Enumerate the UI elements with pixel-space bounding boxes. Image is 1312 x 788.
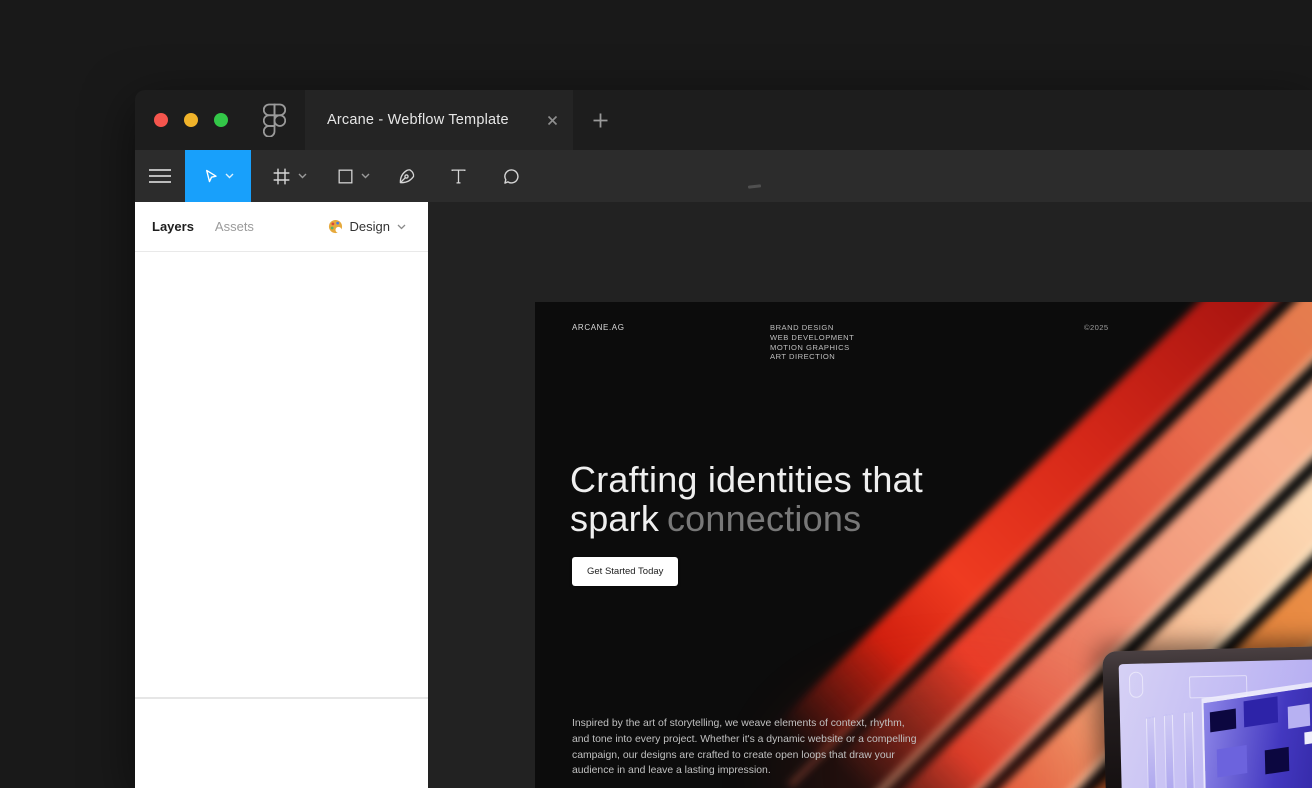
- move-cursor-icon: [202, 167, 219, 185]
- frame-grid-icon: [271, 166, 292, 187]
- site-nav[interactable]: BRAND DESIGN WEB DEVELOPMENT MOTION GRAP…: [770, 323, 854, 362]
- chevron-down-icon: [361, 173, 370, 179]
- main-menu-button[interactable]: [139, 150, 181, 202]
- nav-item[interactable]: ART DIRECTION: [770, 352, 854, 362]
- palette-icon: [328, 219, 343, 234]
- site-copyright: ©2025: [1084, 323, 1109, 332]
- laptop-mockup[interactable]: [1102, 633, 1312, 788]
- get-started-button[interactable]: Get Started Today: [572, 557, 678, 586]
- move-tool-button[interactable]: [185, 150, 251, 202]
- nav-item[interactable]: BRAND DESIGN: [770, 323, 854, 333]
- menu-icon: [149, 168, 171, 184]
- square-icon: [336, 167, 355, 186]
- hero-heading-line1: Crafting identities that: [570, 459, 923, 500]
- titlebar: Arcane - Webflow Template: [135, 90, 1312, 150]
- chevron-down-icon: [298, 173, 307, 179]
- figma-logo-icon: [263, 103, 286, 137]
- tab-close-icon[interactable]: [546, 114, 559, 127]
- cursor-artifact: [748, 184, 761, 188]
- site-logo[interactable]: ARCANE.AG: [572, 323, 625, 332]
- traffic-zoom-icon[interactable]: [214, 113, 228, 127]
- hero-paragraph[interactable]: Inspired by the art of storytelling, we …: [572, 716, 916, 779]
- chevron-down-icon: [225, 173, 234, 179]
- frame-tool-button[interactable]: [261, 150, 317, 202]
- panel-tabs: Layers Assets Design: [135, 202, 428, 252]
- document-tab[interactable]: Arcane - Webflow Template: [305, 90, 573, 150]
- laptop-screen: [1119, 646, 1312, 788]
- paragraph-line: campaign, our designs are crafted to cre…: [572, 748, 916, 764]
- comment-bubble-icon: [501, 166, 522, 187]
- canvas[interactable]: ARCANE.AG BRAND DESIGN WEB DEVELOPMENT M…: [428, 202, 1312, 788]
- design-mode-label: Design: [350, 219, 390, 234]
- traffic-close-icon[interactable]: [154, 113, 168, 127]
- document-tab-title: Arcane - Webflow Template: [327, 112, 536, 128]
- figma-window: Arcane - Webflow Template: [135, 90, 1312, 788]
- site-design-frame[interactable]: ARCANE.AG BRAND DESIGN WEB DEVELOPMENT M…: [535, 302, 1312, 788]
- paragraph-line: Inspired by the art of storytelling, we …: [572, 716, 916, 732]
- screen-outline-shape: [1189, 675, 1248, 698]
- paragraph-line: and tone into every project. Whether it'…: [572, 732, 916, 748]
- tab-assets[interactable]: Assets: [215, 219, 254, 234]
- new-tab-plus-icon[interactable]: [587, 107, 613, 133]
- hero-heading-line2-emphasis: spark: [570, 498, 659, 539]
- hero-heading-line2-muted: connections: [667, 498, 861, 539]
- left-panel: Layers Assets Design: [135, 202, 428, 788]
- panel-section-divider: [135, 697, 428, 699]
- pen-tool-button[interactable]: [385, 150, 427, 202]
- traffic-minimize-icon[interactable]: [184, 113, 198, 127]
- text-t-icon: [449, 167, 468, 186]
- design-mode-switcher[interactable]: Design: [328, 219, 406, 234]
- chevron-down-icon: [397, 224, 406, 230]
- nav-item[interactable]: WEB DEVELOPMENT: [770, 333, 854, 343]
- text-tool-button[interactable]: [437, 150, 479, 202]
- screen-outline-shape: [1129, 672, 1144, 698]
- paragraph-line: audience in and leave a lasting impressi…: [572, 763, 916, 779]
- toolbar: [135, 150, 1312, 202]
- hero-heading[interactable]: Crafting identities that sparkconnection…: [570, 460, 923, 538]
- pen-nib-icon: [396, 166, 417, 187]
- tab-layers[interactable]: Layers: [152, 219, 194, 234]
- shape-tool-button[interactable]: [325, 150, 381, 202]
- comment-tool-button[interactable]: [490, 150, 532, 202]
- nav-item[interactable]: MOTION GRAPHICS: [770, 343, 854, 353]
